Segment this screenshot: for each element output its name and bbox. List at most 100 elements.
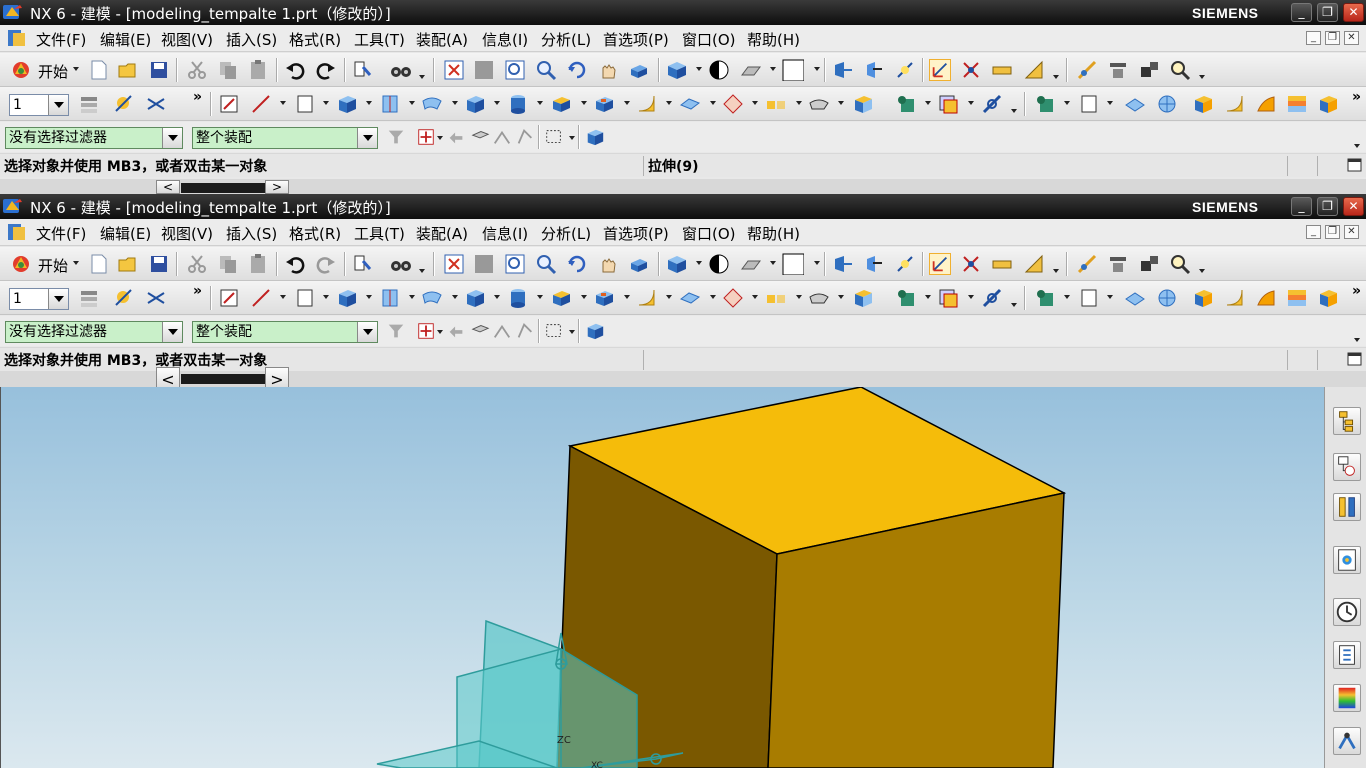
pattern-icon[interactable] (722, 287, 744, 309)
chevron-down-icon[interactable] (537, 295, 543, 299)
scroll-thumb[interactable] (181, 374, 265, 384)
chevron-down-icon[interactable] (666, 101, 672, 105)
perspective-icon[interactable] (628, 59, 650, 81)
chevron-down-icon[interactable] (366, 101, 372, 105)
title-bar[interactable]: NX 6 - 建模 - [modeling_tempalte 1.prt（修改的… (0, 194, 1366, 219)
save-icon[interactable] (148, 253, 170, 275)
rectangle-select-icon[interactable] (544, 321, 564, 341)
chevron-down-icon[interactable] (624, 295, 630, 299)
filter-reset-icon[interactable] (386, 321, 406, 341)
process-studio-icon[interactable] (1333, 727, 1361, 755)
line-icon[interactable] (250, 287, 272, 309)
background-icon[interactable] (740, 59, 762, 81)
chevron-down-icon[interactable] (1107, 295, 1113, 299)
copy-icon[interactable] (217, 253, 239, 275)
boss-icon[interactable] (550, 287, 572, 309)
menu-tools[interactable]: 工具(T) (354, 223, 405, 244)
cut-icon[interactable] (186, 59, 208, 81)
part-navigator-icon[interactable] (1333, 453, 1361, 481)
menu-tools[interactable]: 工具(T) (354, 29, 405, 50)
scroll-left-button[interactable]: < (156, 180, 180, 194)
block-icon[interactable] (464, 287, 486, 309)
type-filter-select[interactable]: 没有选择过滤器 (5, 127, 183, 149)
scroll-thumb[interactable] (181, 183, 265, 193)
minimize-button[interactable]: _ (1291, 197, 1312, 216)
web-browser-icon[interactable] (1333, 546, 1361, 574)
snap-view-icon[interactable] (832, 59, 854, 81)
chevron-down-icon[interactable] (437, 330, 443, 334)
trim-body-icon[interactable] (808, 287, 830, 309)
surface-icon[interactable] (421, 93, 443, 115)
chevron-down-icon[interactable] (323, 101, 329, 105)
title-bar[interactable]: NX 6 - 建模 - [modeling_tempalte 1.prt（修改的… (0, 0, 1366, 25)
wcs-icon[interactable] (894, 59, 916, 81)
view-section-icon[interactable] (863, 253, 885, 275)
chevron-down-icon[interactable] (419, 269, 425, 273)
binoculars-icon[interactable] (390, 253, 412, 275)
inspect-icon[interactable] (1169, 253, 1191, 275)
cylinder-icon[interactable] (507, 93, 529, 115)
shell-icon[interactable] (852, 287, 874, 309)
sketch-icon[interactable] (218, 93, 240, 115)
measure-distance-icon[interactable] (991, 59, 1013, 81)
soft-blend-icon[interactable] (1255, 287, 1277, 309)
subtract-icon[interactable] (1156, 287, 1178, 309)
dropdown-arrow-icon[interactable] (48, 95, 68, 115)
chevron-down-icon[interactable] (581, 295, 587, 299)
mdi-restore-button[interactable]: ❐ (1325, 225, 1340, 239)
menu-file[interactable]: 文件(F) (36, 29, 86, 50)
chevron-down-icon[interactable] (770, 261, 776, 265)
chevron-down-icon[interactable] (452, 101, 458, 105)
layer-settings-icon[interactable] (78, 93, 100, 115)
datum-plane-icon[interactable] (1078, 93, 1100, 115)
menu-insert[interactable]: 插入(S) (226, 223, 277, 244)
zoom-window-icon[interactable] (473, 253, 495, 275)
mdi-close-button[interactable]: ✕ (1344, 225, 1359, 239)
datum-plane-icon[interactable] (1078, 287, 1100, 309)
menu-help[interactable]: 帮助(H) (747, 223, 800, 244)
new-icon[interactable] (88, 59, 110, 81)
chevron-down-icon[interactable] (710, 295, 716, 299)
revolve-icon[interactable] (379, 93, 401, 115)
chevron-down-icon[interactable] (1011, 303, 1017, 307)
chevron-down-icon[interactable] (1011, 109, 1017, 113)
line-icon[interactable] (250, 93, 272, 115)
block-icon[interactable] (464, 93, 486, 115)
rotate-icon[interactable] (566, 253, 588, 275)
copy-icon[interactable] (217, 59, 239, 81)
redo-icon[interactable] (315, 59, 337, 81)
chamfer-icon[interactable] (679, 287, 701, 309)
binoculars-icon[interactable] (390, 59, 412, 81)
chevron-down-icon[interactable] (968, 295, 974, 299)
blend-icon[interactable] (636, 93, 658, 115)
minimize-button[interactable]: _ (1291, 3, 1312, 22)
render-style-icon[interactable] (708, 253, 730, 275)
model-canvas[interactable]: ZC XC (1, 387, 1324, 768)
type-filter-select[interactable]: 没有选择过滤器 (5, 321, 183, 343)
curve-icon[interactable] (113, 93, 135, 115)
cue-window-icon[interactable] (1347, 158, 1362, 172)
chevron-down-icon[interactable] (624, 101, 630, 105)
assembly-navigator-icon[interactable] (1333, 407, 1361, 435)
snap-view-icon[interactable] (832, 253, 854, 275)
chevron-down-icon[interactable] (569, 136, 575, 140)
start-icon[interactable] (10, 253, 32, 275)
menu-insert[interactable]: 插入(S) (226, 29, 277, 50)
chevron-down-icon[interactable] (696, 261, 702, 265)
curve-icon[interactable] (113, 287, 135, 309)
more-icon[interactable]: » (193, 283, 202, 299)
select-body-icon[interactable] (470, 127, 490, 147)
mirror-icon[interactable] (765, 287, 787, 309)
scope-select[interactable]: 整个装配 (192, 321, 378, 343)
pattern-icon[interactable] (722, 93, 744, 115)
cube-icon[interactable] (585, 127, 605, 147)
restore-button[interactable]: ❐ (1317, 197, 1338, 216)
paste-icon[interactable] (247, 253, 269, 275)
open-icon[interactable] (117, 253, 139, 275)
start-button[interactable]: 开始 (38, 255, 68, 276)
point-icon[interactable] (145, 287, 167, 309)
chevron-down-icon[interactable] (925, 295, 931, 299)
offset-face-icon[interactable] (937, 287, 959, 309)
chevron-down-icon[interactable] (537, 101, 543, 105)
chevron-down-icon[interactable] (280, 295, 286, 299)
